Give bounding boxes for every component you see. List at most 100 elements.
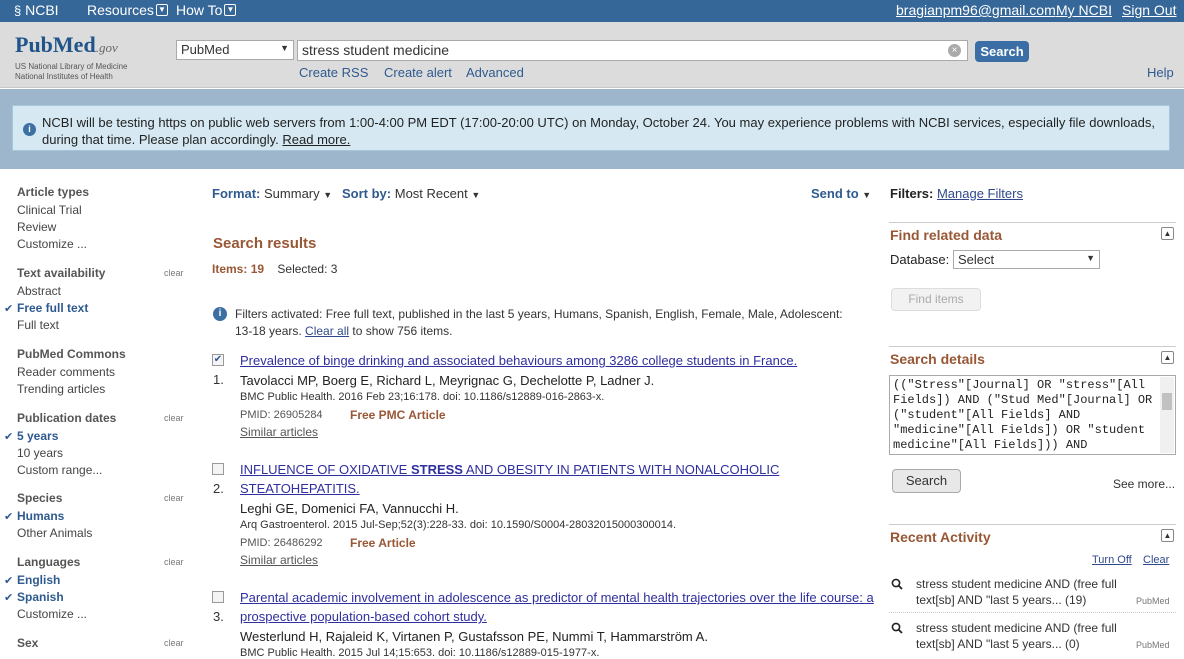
result-checkbox[interactable]: [212, 463, 224, 475]
search-input[interactable]: stress student medicine ×: [297, 40, 968, 61]
recent-activity-db: PubMed: [1136, 640, 1170, 650]
result-pmid: PMID: 26486292: [240, 537, 323, 549]
sidebar-title-text-availability: Text availability: [17, 266, 106, 280]
result-title-link[interactable]: INFLUENCE OF OXIDATIVE STRESS AND OBESIT…: [240, 460, 860, 498]
sidebar-item-review[interactable]: Review: [17, 220, 56, 234]
sidebar-item-abstract[interactable]: Abstract: [17, 284, 61, 298]
find-related-data-title: Find related data: [890, 227, 1003, 243]
sidebar-item-10-years[interactable]: 10 years: [17, 446, 63, 460]
result-checkbox[interactable]: ✔: [212, 354, 224, 366]
search-details-search-button[interactable]: Search: [892, 469, 961, 493]
collapse-icon[interactable]: ▲: [1161, 351, 1174, 364]
result-journal: BMC Public Health. 2015 Jul 14;15:653. d…: [240, 647, 600, 659]
checkmark-icon: ✔: [4, 303, 14, 315]
help-link[interactable]: Help: [1147, 65, 1174, 80]
database-select[interactable]: PubMed ▼: [176, 40, 294, 60]
sidebar-item-5-years[interactable]: 5 years: [17, 429, 58, 443]
sidebar-title-publication-dates: Publication dates: [17, 411, 117, 425]
clear-languages[interactable]: clear: [164, 557, 184, 567]
advanced-link[interactable]: Advanced: [466, 65, 524, 80]
scrollbar-thumb[interactable]: [1162, 393, 1172, 410]
sidebar-title-article-types: Article types: [17, 185, 90, 199]
result-checkbox[interactable]: [212, 591, 224, 603]
collapse-icon[interactable]: ▲: [1161, 529, 1174, 542]
clear-text-availability[interactable]: clear: [164, 268, 184, 278]
info-icon: i: [23, 123, 36, 136]
clear-search-icon[interactable]: ×: [948, 44, 961, 57]
checkmark-icon: ✔: [4, 431, 14, 443]
clear-activity-link[interactable]: Clear: [1143, 554, 1169, 566]
sidebar-title-sex: Sex: [17, 636, 39, 650]
clear-all-link[interactable]: Clear all: [305, 324, 349, 338]
sign-out-link[interactable]: Sign Out: [1122, 2, 1176, 18]
similar-articles-link[interactable]: Similar articles: [240, 553, 318, 567]
clear-species[interactable]: clear: [164, 493, 184, 503]
pubmed-logo[interactable]: PubMed.gov: [15, 32, 118, 58]
related-database-select[interactable]: Select ▼: [953, 250, 1100, 269]
recent-activity-item[interactable]: stress student medicine AND (free full t…: [916, 576, 1146, 608]
sidebar-item-custom-range[interactable]: Custom range...: [17, 463, 102, 477]
create-alert-link[interactable]: Create alert: [384, 65, 452, 80]
create-rss-link[interactable]: Create RSS: [299, 65, 368, 80]
divider: [889, 612, 1176, 613]
similar-articles-link[interactable]: Similar articles: [240, 425, 318, 439]
sidebar-item-humans[interactable]: Humans: [17, 509, 64, 523]
sidebar-item-free-full-text[interactable]: Free full text: [17, 301, 88, 315]
result-title-link[interactable]: Parental academic involvement in adolesc…: [240, 588, 880, 626]
user-email-link[interactable]: bragianpm96@gmail.com: [896, 2, 1056, 18]
result-journal: BMC Public Health. 2016 Feb 23;16:178. d…: [240, 391, 605, 403]
clear-sex[interactable]: clear: [164, 638, 184, 648]
filters-header: Filters: Manage Filters: [890, 186, 1023, 201]
see-more-link[interactable]: See more...: [1113, 477, 1175, 491]
database-label: Database:: [890, 252, 950, 267]
result-pmid: PMID: 26905284: [240, 409, 323, 421]
ncbi-logo[interactable]: § NCBI: [14, 2, 59, 18]
free-pmc-article-badge: Free PMC Article: [350, 408, 446, 422]
my-ncbi-link[interactable]: My NCBI: [1056, 2, 1112, 18]
recent-activity-item[interactable]: stress student medicine AND (free full t…: [916, 620, 1146, 652]
ncbi-label: NCBI: [25, 2, 59, 18]
howto-menu[interactable]: How To ▼: [176, 2, 237, 18]
sidebar-item-clinical-trial[interactable]: Clinical Trial: [17, 203, 82, 217]
dropdown-arrow-icon: ▼: [280, 43, 289, 53]
caret-down-icon: ▼: [471, 190, 481, 200]
sidebar-title-species: Species: [17, 491, 63, 505]
result-number: 3.: [213, 609, 224, 624]
result-number: 1.: [213, 372, 224, 387]
search-icon: [891, 578, 903, 590]
checkmark-icon: ✔: [4, 575, 14, 587]
collapse-icon[interactable]: ▲: [1161, 227, 1174, 240]
read-more-link[interactable]: Read more.: [282, 132, 350, 147]
search-details-panel: Search details ▲: [889, 346, 1176, 367]
sidebar-item-trending-articles[interactable]: Trending articles: [17, 382, 105, 396]
free-article-badge: Free Article: [350, 536, 416, 550]
resources-menu[interactable]: Resources ▼: [87, 2, 168, 18]
checkmark-icon: ✔: [4, 592, 14, 604]
recent-activity-title: Recent Activity: [890, 529, 991, 545]
search-details-textarea[interactable]: (("Stress"[Journal] OR "stress"[All Fiel…: [889, 375, 1176, 455]
result-authors: Leghi GE, Domenici FA, Vannucchi H.: [240, 501, 459, 516]
manage-filters-link[interactable]: Manage Filters: [937, 186, 1023, 201]
sidebar-item-full-text[interactable]: Full text: [17, 318, 59, 332]
result-title-link[interactable]: Prevalence of binge drinking and associa…: [240, 351, 880, 370]
sidebar-title-languages: Languages: [17, 555, 81, 569]
scrollbar[interactable]: [1160, 377, 1174, 453]
nlm-subtitle: US National Library of Medicine National …: [15, 62, 128, 81]
notice-band: i NCBI will be testing https on public w…: [0, 89, 1184, 169]
sidebar-item-english[interactable]: English: [17, 573, 60, 587]
sidebar-item-customize-article[interactable]: Customize ...: [17, 237, 87, 251]
sidebar-item-other-animals[interactable]: Other Animals: [17, 526, 92, 540]
find-items-button[interactable]: Find items: [891, 288, 981, 311]
clear-publication-dates[interactable]: clear: [164, 413, 184, 423]
send-to-menu[interactable]: Send to ▼: [811, 186, 871, 201]
turn-off-link[interactable]: Turn Off: [1092, 554, 1132, 566]
search-button[interactable]: Search: [975, 41, 1029, 62]
recent-activity-db: PubMed: [1136, 596, 1170, 606]
sidebar-item-customize-languages[interactable]: Customize ...: [17, 607, 87, 621]
search-icon: [891, 622, 903, 634]
sort-menu[interactable]: Sort by: Most Recent ▼: [342, 186, 480, 201]
format-menu[interactable]: Format: Summary ▼: [212, 186, 332, 201]
chevron-down-icon: ▼: [224, 4, 237, 16]
sidebar-item-spanish[interactable]: Spanish: [17, 590, 64, 604]
sidebar-item-reader-comments[interactable]: Reader comments: [17, 365, 115, 379]
